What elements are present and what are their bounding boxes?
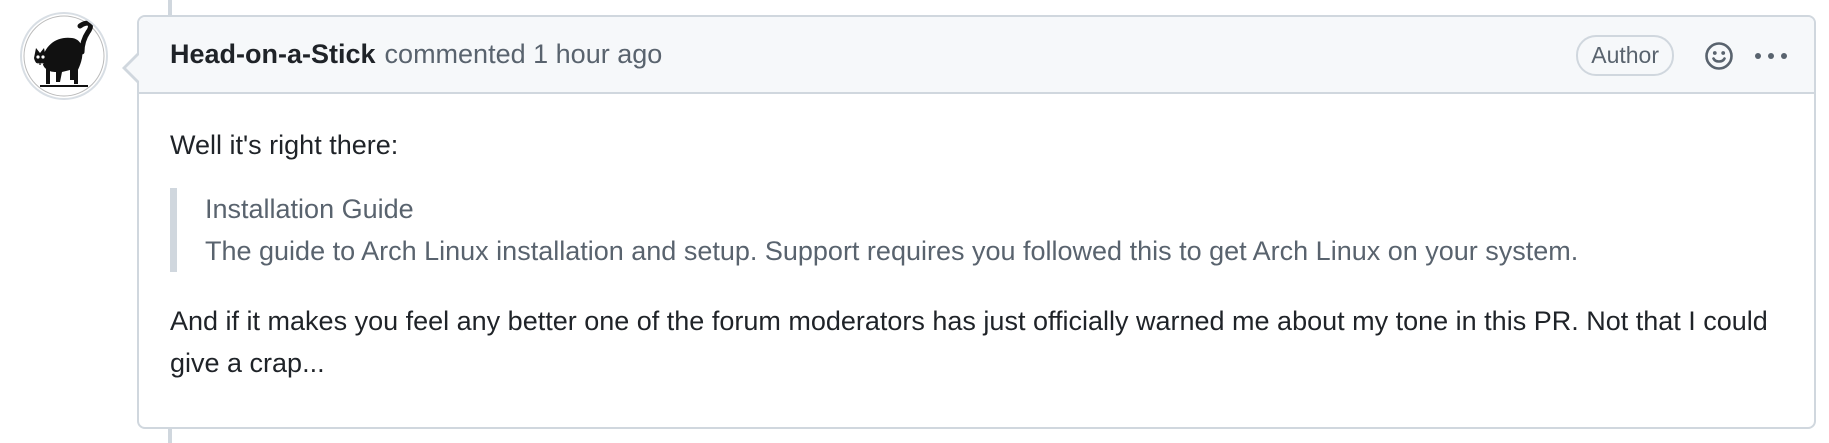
quote-title: Installation Guide — [205, 194, 414, 224]
comment-header-actions: Author — [1576, 17, 1792, 94]
add-reaction-button[interactable] — [1698, 35, 1740, 77]
comment-paragraph: And if it makes you feel any better one … — [170, 306, 1768, 378]
comment-header: Head-on-a-Stick commented 1 hour ago Aut… — [139, 17, 1814, 94]
black-cat-avatar-icon — [23, 15, 105, 97]
kebab-horizontal-icon — [1755, 52, 1787, 59]
smiley-icon — [1705, 41, 1733, 70]
author-avatar[interactable] — [22, 14, 106, 98]
comment-paragraph: Well it's right there: — [170, 130, 399, 160]
comment-box: Head-on-a-Stick commented 1 hour ago Aut… — [122, 15, 1816, 429]
author-badge: Author — [1576, 35, 1674, 76]
comment-body: Well it's right there: Installation Guid… — [139, 94, 1814, 384]
author-name-link[interactable]: Head-on-a-Stick — [170, 39, 376, 70]
quote-description: The guide to Arch Linux installation and… — [205, 236, 1579, 266]
blockquote: Installation Guide The guide to Arch Lin… — [170, 188, 1783, 272]
comment-meta: commented 1 hour ago — [385, 39, 663, 70]
comment-options-button[interactable] — [1750, 35, 1792, 77]
comment-action: commented — [384, 39, 526, 69]
comment-timestamp-link[interactable]: 1 hour ago — [533, 39, 662, 69]
